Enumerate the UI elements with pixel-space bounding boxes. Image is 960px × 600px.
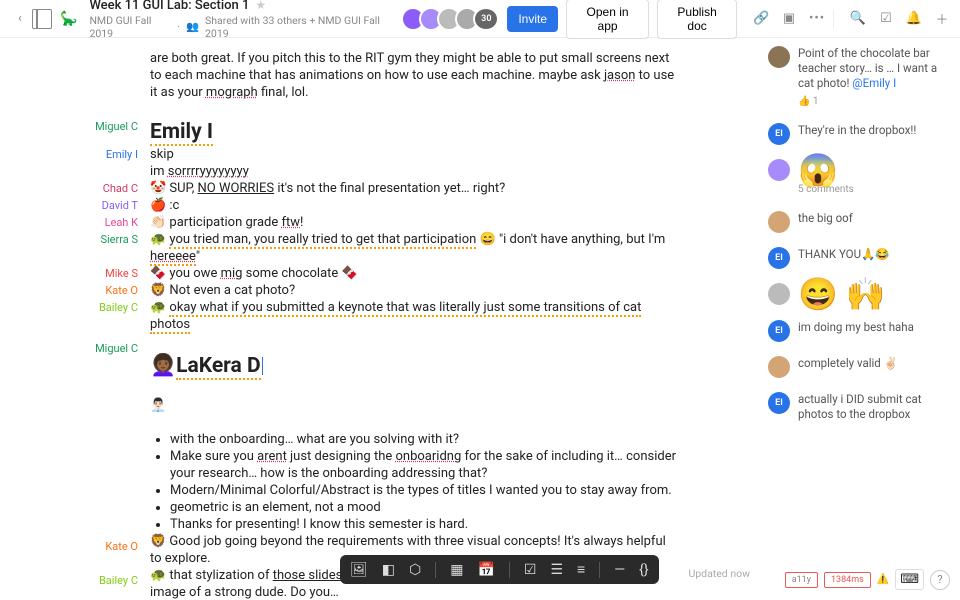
author-label: David T <box>0 197 150 214</box>
author-label: Miguel C <box>0 118 150 135</box>
more-icon[interactable]: ••• <box>809 11 825 26</box>
update-status: Updated now <box>688 567 750 580</box>
feedback-list: with the onboarding… what are you solvin… <box>150 431 680 533</box>
avatar <box>768 211 790 233</box>
folder-link[interactable]: NMD GUI Fall 2019 <box>89 14 171 40</box>
invite-button[interactable]: Invite <box>507 6 558 32</box>
warn-icon: ⚠️ <box>877 574 889 585</box>
numbered-list-icon[interactable]: ≡ <box>577 561 585 578</box>
people-icon: 👥 <box>186 20 199 33</box>
reaction[interactable]: 👍 1 <box>798 94 944 109</box>
avatar: EI <box>768 392 790 414</box>
mention-link[interactable]: @Emily I <box>852 76 896 90</box>
nav-back-icon[interactable]: ‹ <box>10 9 30 29</box>
avatar <box>768 356 790 378</box>
author-label: Emily I <box>0 146 150 163</box>
emoji-reaction: 😱 <box>798 163 944 178</box>
present-icon[interactable]: ▣ <box>781 11 797 26</box>
avatar <box>768 46 790 68</box>
dropbox-icon[interactable]: ⬡ <box>409 562 421 578</box>
author-label: Bailey C <box>0 572 150 589</box>
avatar <box>768 283 790 305</box>
doc-title[interactable]: Week 11 GUI Lab: Section 1 <box>89 0 249 13</box>
a11y-badge[interactable]: a11y <box>785 572 818 588</box>
perf-badge[interactable]: 1384ms <box>824 572 871 588</box>
text-cursor <box>262 357 263 375</box>
table-icon[interactable]: ▦ <box>450 562 463 578</box>
star-icon[interactable]: ★ <box>255 0 266 12</box>
emoji-reaction: 😄 <box>798 287 838 302</box>
avatar: EI <box>768 247 790 269</box>
panel-toggle-icon[interactable] <box>32 9 52 29</box>
keyboard-icon[interactable]: ⌨ <box>895 569 924 590</box>
search-icon[interactable]: 🔍 <box>850 11 866 26</box>
comments-sidebar[interactable]: Point of the chocolate bar teacher story… <box>760 38 960 600</box>
shared-with[interactable]: Shared with 33 others + NMD GUI Fall 201… <box>205 14 391 40</box>
collaborator-avatars[interactable]: 30 <box>407 7 499 31</box>
heading-emily: Emily I <box>150 120 213 146</box>
publish-button[interactable]: Publish doc <box>657 0 737 39</box>
emoji-reaction: 🙌 <box>846 287 886 302</box>
author-label: Leah K <box>0 214 150 231</box>
author-label: Kate O <box>0 538 150 555</box>
open-in-app-button[interactable]: Open in app <box>566 0 649 39</box>
collab-count[interactable]: 30 <box>473 7 499 31</box>
avatar: EI <box>768 320 790 342</box>
document-body[interactable]: are both great. If you pitch this to the… <box>150 50 680 540</box>
author-label: Sierra S <box>0 231 150 248</box>
doc-emoji-icon: 🦕 <box>60 11 77 27</box>
crop-icon[interactable]: ◧ <box>382 562 395 578</box>
heading-lakera: LaKera D <box>176 354 260 380</box>
help-icon[interactable]: ? <box>930 570 950 590</box>
bell-icon[interactable]: 🔔 <box>906 11 922 26</box>
author-label: Bailey C <box>0 299 150 316</box>
bullet-list-icon[interactable]: ☰ <box>550 562 563 578</box>
divider-icon[interactable]: — <box>614 562 625 578</box>
calendar-icon[interactable]: 📅 <box>477 562 494 578</box>
plus-icon[interactable]: ＋ <box>934 9 950 28</box>
avatar: EI <box>768 123 790 145</box>
comment-count-link[interactable]: 5 comments <box>798 182 944 197</box>
author-label: Chad C <box>0 180 150 197</box>
checkbox-icon[interactable]: ☑ <box>524 562 537 578</box>
code-icon[interactable]: {} <box>639 562 648 578</box>
author-label: Kate O <box>0 282 150 299</box>
link-icon[interactable]: 🔗 <box>753 11 769 26</box>
author-label: Mike S <box>0 265 150 282</box>
image-icon[interactable]: 🖼 <box>350 562 368 578</box>
insert-toolbar[interactable]: 🖼 ◧ ⬡ ▦ 📅 ☑ ☰ ≡ — {} <box>340 555 659 584</box>
avatar <box>768 159 790 181</box>
checklist-icon[interactable]: ☑ <box>878 11 894 26</box>
author-label: Miguel C <box>0 335 150 363</box>
